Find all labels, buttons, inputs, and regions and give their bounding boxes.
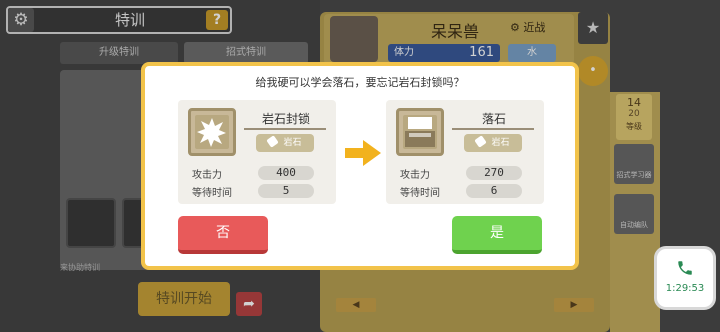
call-timer[interactable]: 1:29:53 (654, 246, 716, 310)
old-move-type: 岩石 (256, 134, 314, 152)
new-move-card: 落石 岩石 攻击力 270 等待时间 6 (386, 100, 544, 204)
attack-label: 攻击力 (192, 170, 222, 181)
phone-icon (678, 261, 692, 275)
old-move-attack: 400 (258, 166, 314, 180)
old-move-name: 岩石封锁 (261, 112, 310, 126)
wait-label: 等待时间 (400, 188, 440, 199)
rock-throw-icon (396, 108, 444, 156)
old-move-card: 岩石封锁 岩石 攻击力 400 等待时间 5 (178, 100, 336, 204)
no-button[interactable]: 否 (178, 216, 268, 254)
rock-type-icon (266, 135, 280, 148)
name-divider (452, 128, 534, 130)
rock-tomb-icon (188, 108, 236, 156)
rock-type-icon (474, 135, 488, 148)
forget-move-dialog: 给我硬可以学会落石，要忘记岩石封锁吗？ 岩石封锁 岩石 攻击力 400 等待时间… (141, 62, 579, 270)
name-divider (244, 128, 326, 130)
dialog-question: 给我硬可以学会落石，要忘记岩石封锁吗？ (255, 76, 465, 89)
arrow-right-icon (345, 140, 381, 166)
wait-label: 等待时间 (192, 188, 232, 199)
new-move-attack: 270 (466, 166, 522, 180)
call-time: 1:29:53 (665, 283, 705, 294)
old-move-wait: 5 (258, 184, 314, 198)
old-move-type-label: 岩石 (283, 138, 302, 148)
new-move-name: 落石 (481, 112, 506, 126)
new-move-type: 岩石 (464, 134, 522, 152)
attack-label: 攻击力 (400, 170, 430, 181)
new-move-wait: 6 (466, 184, 522, 198)
yes-button[interactable]: 是 (452, 216, 542, 254)
new-move-type-label: 岩石 (491, 138, 510, 148)
